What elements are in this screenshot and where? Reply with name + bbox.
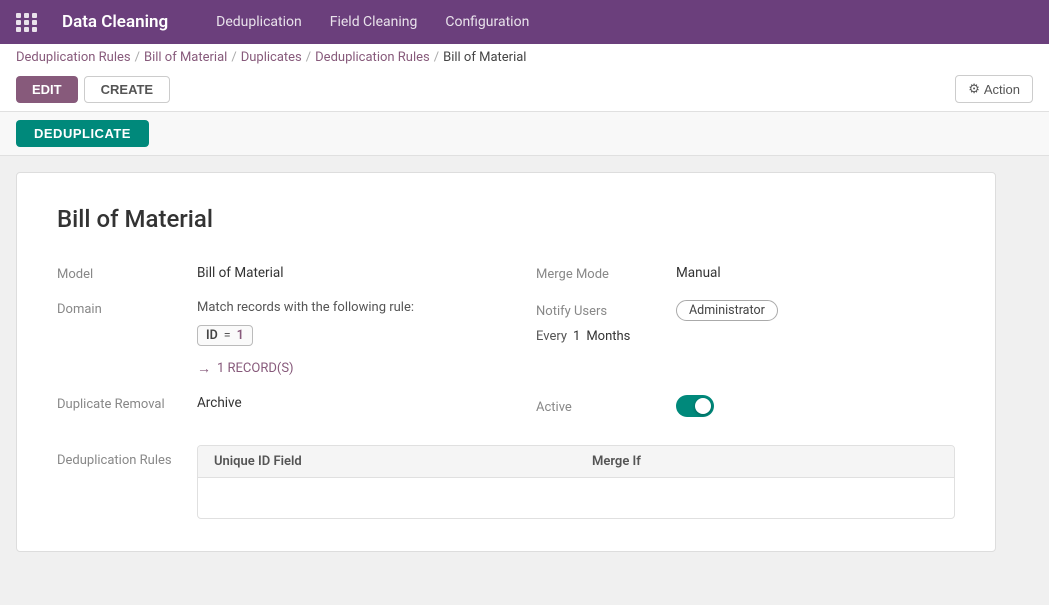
main-content: Bill of Material Model Bill of Material … (0, 156, 1049, 568)
deduplication-rules-label: Deduplication Rules (57, 445, 197, 468)
duplicate-removal-label: Duplicate Removal (57, 395, 197, 417)
every-label: Every (536, 329, 567, 344)
record-card: Bill of Material Model Bill of Material … (16, 172, 996, 552)
domain-val: 1 (237, 328, 244, 343)
dedup-bar: DEDUPLICATE (0, 112, 1049, 156)
table-body (198, 478, 954, 518)
duplicate-removal-value: Archive (197, 395, 242, 417)
col-merge-if: Merge If (576, 446, 954, 477)
domain-label: Domain (57, 300, 197, 317)
every-value: 1 (573, 329, 580, 344)
form-row-3: Duplicate Removal Archive Active (57, 395, 955, 417)
app-title: Data Cleaning (62, 12, 168, 32)
records-link[interactable]: → 1 RECORD(S) (197, 360, 476, 377)
domain-match-text: Match records with the following rule: (197, 300, 414, 317)
action-button[interactable]: ⚙ Action (955, 75, 1033, 103)
field-active: Active (536, 395, 955, 417)
action-label: Action (984, 82, 1020, 97)
model-label: Model (57, 265, 197, 282)
top-nav: Deduplication Field Cleaning Configurati… (204, 6, 541, 38)
form-row-1: Model Bill of Material Merge Mode Manual (57, 265, 955, 282)
rules-table: Unique ID Field Merge If (197, 445, 955, 519)
domain-key: ID (206, 328, 218, 343)
action-toolbar: EDIT CREATE ⚙ Action (16, 71, 1033, 111)
breadcrumb-bar: Deduplication Rules / Bill of Material /… (0, 44, 1049, 112)
months-label: Months (586, 329, 630, 344)
records-link-text: 1 RECORD(S) (217, 361, 294, 376)
field-domain: Domain Match records with the following … (57, 300, 476, 377)
field-merge-mode: Merge Mode Manual (536, 265, 955, 282)
arrow-right-icon: → (197, 360, 211, 377)
record-title: Bill of Material (57, 205, 955, 233)
edit-button[interactable]: EDIT (16, 76, 78, 103)
breadcrumb-deduplication-rules-1[interactable]: Deduplication Rules (16, 50, 131, 65)
rules-table-header: Unique ID Field Merge If (198, 446, 954, 478)
nav-field-cleaning[interactable]: Field Cleaning (318, 6, 430, 38)
breadcrumb-current: Bill of Material (443, 50, 526, 65)
deduplicate-button[interactable]: DEDUPLICATE (16, 120, 149, 147)
gear-icon: ⚙ (968, 81, 980, 97)
breadcrumb: Deduplication Rules / Bill of Material /… (16, 50, 1033, 71)
model-value: Bill of Material (197, 265, 284, 282)
domain-filter-tag: ID = 1 (197, 325, 253, 346)
breadcrumb-bill-of-material-1[interactable]: Bill of Material (144, 50, 227, 65)
create-button[interactable]: CREATE (84, 76, 170, 103)
nav-deduplication[interactable]: Deduplication (204, 6, 314, 38)
field-model: Model Bill of Material (57, 265, 476, 282)
notify-users-badge: Administrator (676, 300, 778, 321)
breadcrumb-sep-4: / (434, 50, 439, 65)
active-label: Active (536, 398, 676, 415)
deduplication-rules-section: Deduplication Rules Unique ID Field Merg… (57, 445, 955, 519)
toggle-track (676, 395, 714, 417)
breadcrumb-sep-1: / (135, 50, 140, 65)
action-btn-group: ⚙ Action (955, 75, 1033, 103)
field-notify-users: Notify Users Administrator Every 1 Month… (536, 300, 955, 344)
merge-mode-value: Manual (676, 265, 721, 282)
toggle-thumb (695, 398, 711, 414)
breadcrumb-sep-2: / (231, 50, 236, 65)
notify-users-label: Notify Users (536, 302, 676, 319)
topbar: Data Cleaning Deduplication Field Cleani… (0, 0, 1049, 44)
nav-configuration[interactable]: Configuration (433, 6, 541, 38)
field-duplicate-removal: Duplicate Removal Archive (57, 395, 476, 417)
apps-icon[interactable] (16, 13, 38, 32)
btn-group-left: EDIT CREATE (16, 76, 170, 103)
merge-mode-label: Merge Mode (536, 265, 676, 282)
breadcrumb-sep-3: / (306, 50, 311, 65)
active-toggle[interactable] (676, 395, 714, 417)
breadcrumb-duplicates[interactable]: Duplicates (241, 50, 302, 65)
domain-op: = (224, 328, 231, 343)
col-unique-id-field: Unique ID Field (198, 446, 576, 477)
breadcrumb-deduplication-rules-2[interactable]: Deduplication Rules (315, 50, 430, 65)
form-row-2: Domain Match records with the following … (57, 300, 955, 377)
